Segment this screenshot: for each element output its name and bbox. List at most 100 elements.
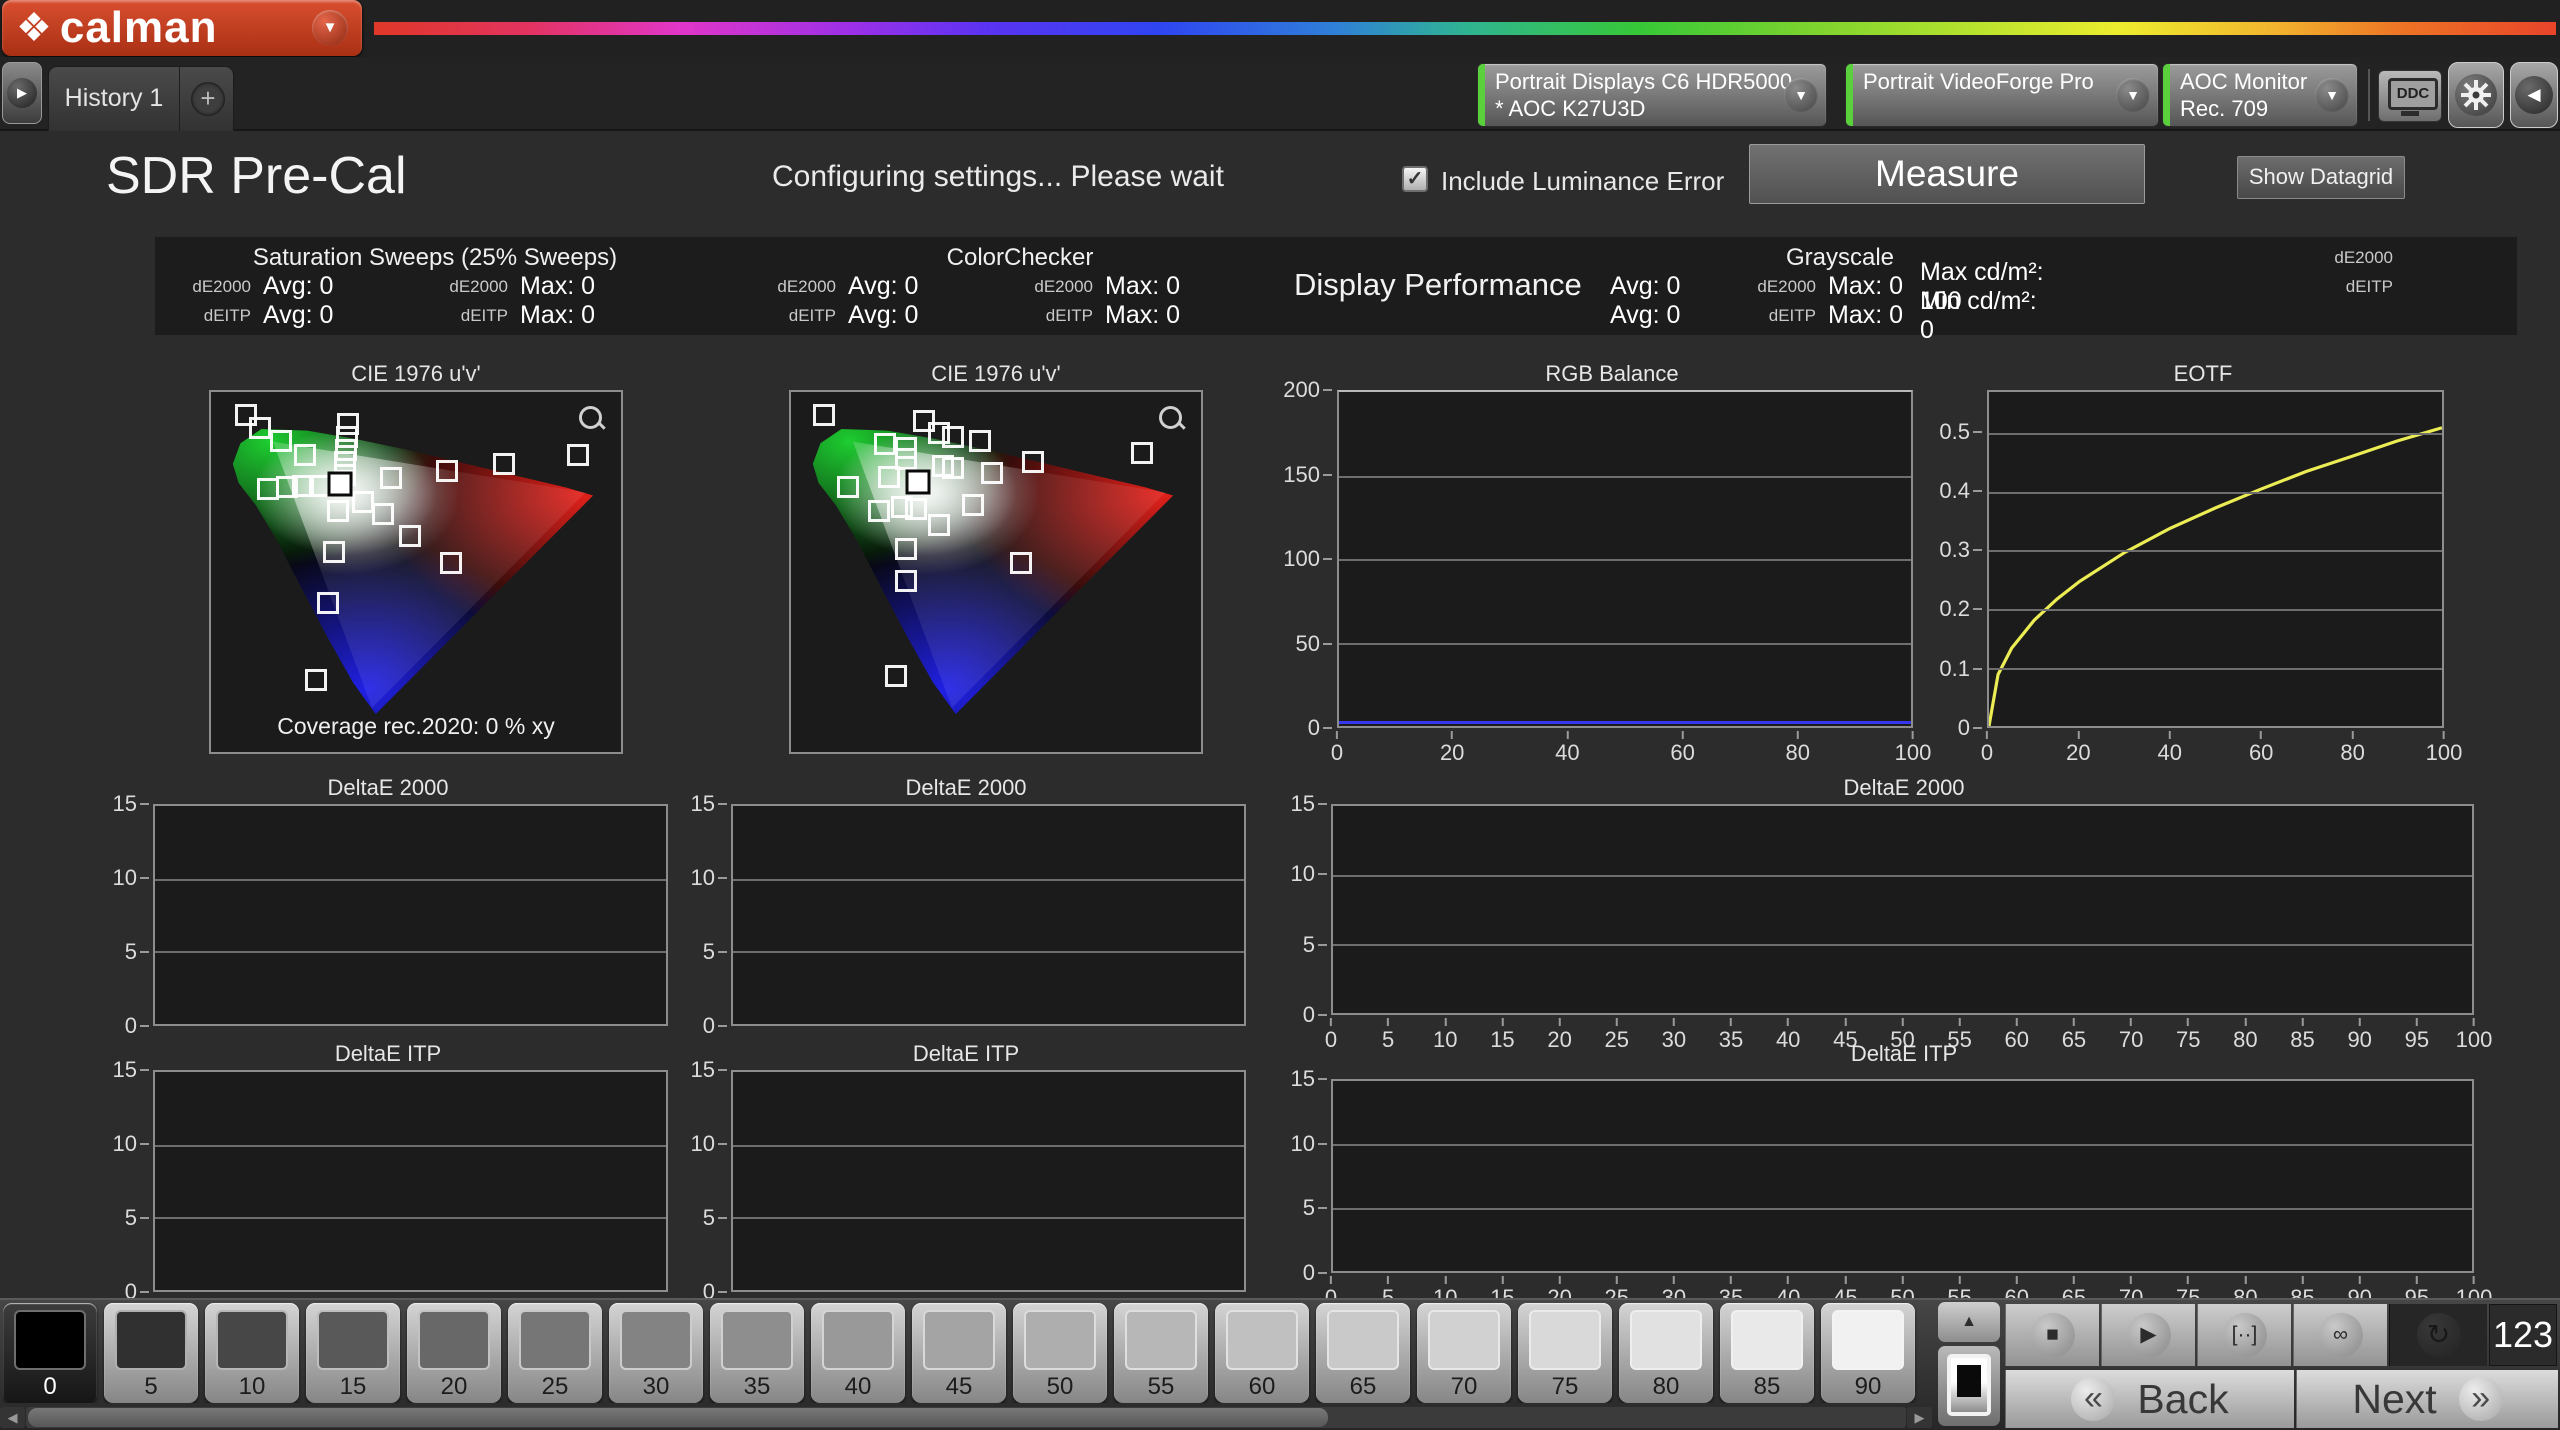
- target-marker: [323, 541, 345, 563]
- metric-label: dE2000: [428, 277, 520, 297]
- tick-label: 5: [703, 939, 715, 965]
- stop-button[interactable]: ■: [2005, 1304, 2099, 1366]
- patch-button-0[interactable]: 0: [3, 1303, 97, 1403]
- meter3-dropdown-icon[interactable]: ▼: [2315, 78, 2349, 112]
- play-button[interactable]: ▶: [2101, 1304, 2195, 1366]
- patch-button-45[interactable]: 45: [912, 1303, 1006, 1403]
- patch-button-20[interactable]: 20: [407, 1303, 501, 1403]
- step-pattern-button[interactable]: [··]: [2197, 1304, 2291, 1366]
- patch-button-75[interactable]: 75: [1518, 1303, 1612, 1403]
- patch-button-35[interactable]: 35: [710, 1303, 804, 1403]
- eotf-curve: [1989, 392, 2442, 726]
- patch-button-30[interactable]: 30: [609, 1303, 703, 1403]
- tick-label: 0: [1303, 1260, 1315, 1286]
- deltae-itp-chart-saturation: DeltaE ITP 151050: [105, 1042, 671, 1298]
- collapse-right-panel-button[interactable]: ◀: [2510, 62, 2558, 128]
- target-marker: [399, 525, 421, 547]
- meter-dropdown-colorimeter[interactable]: Portrait Displays C6 HDR5000 * AOC K27U3…: [1477, 63, 1827, 127]
- meter2-dropdown-icon[interactable]: ▼: [2116, 78, 2150, 112]
- patch-button-60[interactable]: 60: [1215, 1303, 1309, 1403]
- chart-title: DeltaE ITP: [105, 1042, 671, 1068]
- pattern-window-button[interactable]: [1938, 1346, 2000, 1426]
- meter-dropdown-display[interactable]: AOC Monitor Rec. 709 ▼: [2162, 63, 2358, 127]
- target-marker: [493, 453, 515, 475]
- back-label: Back: [2137, 1376, 2228, 1423]
- measure-button[interactable]: Measure: [1749, 144, 2145, 204]
- calman-menu-button[interactable]: ❖ calman ▼: [2, 0, 362, 56]
- patch-label: 50: [1013, 1373, 1107, 1401]
- scroll-right-icon[interactable]: ▶: [1907, 1407, 1932, 1428]
- patch-label: 90: [1821, 1373, 1915, 1401]
- loop-button[interactable]: ∞: [2293, 1304, 2387, 1366]
- deltae-itp-chart-colorchecker: DeltaE ITP 151050: [683, 1042, 1249, 1298]
- add-tab-button[interactable]: +: [191, 82, 225, 116]
- rgb-blue-line: [1339, 721, 1911, 724]
- patch-button-80[interactable]: 80: [1619, 1303, 1713, 1403]
- refresh-button[interactable]: ↻: [2389, 1304, 2487, 1366]
- patch-label: 55: [1114, 1373, 1208, 1401]
- meter1-dropdown-icon[interactable]: ▼: [1784, 78, 1818, 112]
- magnifier-icon[interactable]: [577, 404, 607, 434]
- settings-button[interactable]: [2448, 62, 2504, 128]
- min-cd-label: Min cd/m²:: [1920, 287, 2090, 316]
- patch-button-70[interactable]: 70: [1417, 1303, 1511, 1403]
- patch-button-50[interactable]: 50: [1013, 1303, 1107, 1403]
- back-button[interactable]: « Back: [2005, 1370, 2294, 1428]
- step-pattern-icon: [··]: [2223, 1313, 2267, 1357]
- target-marker: [249, 417, 271, 439]
- expand-arrow-icon: ▶: [7, 78, 37, 108]
- metric-label: dEITP: [770, 306, 848, 326]
- gridline: [155, 1145, 666, 1147]
- patch-swatch: [216, 1310, 288, 1370]
- scrollbar-thumb[interactable]: [28, 1408, 1328, 1427]
- patch-label: 60: [1215, 1373, 1309, 1401]
- patch-button-85[interactable]: 85: [1720, 1303, 1814, 1403]
- tick-label: 15: [1291, 791, 1315, 817]
- patch-list-up-button[interactable]: ▲: [1938, 1302, 2000, 1342]
- show-datagrid-button[interactable]: Show Datagrid: [2237, 156, 2405, 199]
- target-marker: [942, 457, 964, 479]
- target-marker: [567, 444, 589, 466]
- patch-button-25[interactable]: 25: [508, 1303, 602, 1403]
- expand-left-panel-button[interactable]: ▶: [2, 62, 42, 124]
- coverage-label: Coverage rec.2020: 0 % xy: [211, 713, 621, 740]
- target-marker: [837, 476, 859, 498]
- scroll-left-icon[interactable]: ◀: [0, 1407, 25, 1428]
- deltae-2000-chart-grayscale: DeltaE 2000 151050 051015202530354045505…: [1283, 776, 2525, 1036]
- magnifier-icon[interactable]: [1157, 404, 1187, 434]
- patch-button-15[interactable]: 15: [306, 1303, 400, 1403]
- patch-button-90[interactable]: 90: [1821, 1303, 1915, 1403]
- pattern-strip: 051015202530354045505560657075808590 ◀ ▶…: [0, 1298, 2560, 1430]
- gridline: [733, 1217, 1244, 1219]
- patch-scrollbar[interactable]: ◀ ▶: [0, 1407, 1932, 1428]
- ddc-button[interactable]: DDC: [2378, 70, 2442, 122]
- collapse-arrow-icon: ◀: [2515, 76, 2553, 114]
- gridline: [1989, 492, 2442, 494]
- patch-button-65[interactable]: 65: [1316, 1303, 1410, 1403]
- patch-button-10[interactable]: 10: [205, 1303, 299, 1403]
- patch-button-55[interactable]: 55: [1114, 1303, 1208, 1403]
- tick-label: 0: [1308, 715, 1320, 741]
- tab-history-1[interactable]: History 1: [49, 67, 180, 131]
- patch-label: 0: [3, 1373, 97, 1401]
- patch-button-40[interactable]: 40: [811, 1303, 905, 1403]
- rgb-balance-chart: RGB Balance 200150100500 020406080100: [1272, 362, 1952, 768]
- tick-label: 60: [1670, 740, 1694, 766]
- cie-1976-chart-colorchecker: CIE 1976 u'v': [789, 362, 1203, 754]
- include-luminance-checkbox[interactable]: ✓: [1402, 166, 1428, 192]
- meter-dropdown-pattern-generator[interactable]: Portrait VideoForge Pro ▼: [1845, 63, 2159, 127]
- tick-label: 15: [113, 1057, 137, 1083]
- patch-swatch: [1024, 1310, 1096, 1370]
- patch-button-5[interactable]: 5: [104, 1303, 198, 1403]
- pattern-window-icon: [1947, 1354, 1991, 1416]
- next-button[interactable]: Next »: [2296, 1370, 2558, 1428]
- gridline: [155, 1217, 666, 1219]
- gridline: [733, 879, 1244, 881]
- grayscale-stats: Grayscale dE2000 Avg: 0 dE2000 Max: 0 Ma…: [1610, 243, 2405, 330]
- tick-label: 5: [703, 1205, 715, 1231]
- max-value: Max: 0: [1828, 272, 1920, 301]
- patch-swatch: [1327, 1310, 1399, 1370]
- target-marker: [1010, 552, 1032, 574]
- logo-dropdown-icon[interactable]: ▼: [312, 10, 348, 46]
- white-point-marker: [906, 470, 931, 495]
